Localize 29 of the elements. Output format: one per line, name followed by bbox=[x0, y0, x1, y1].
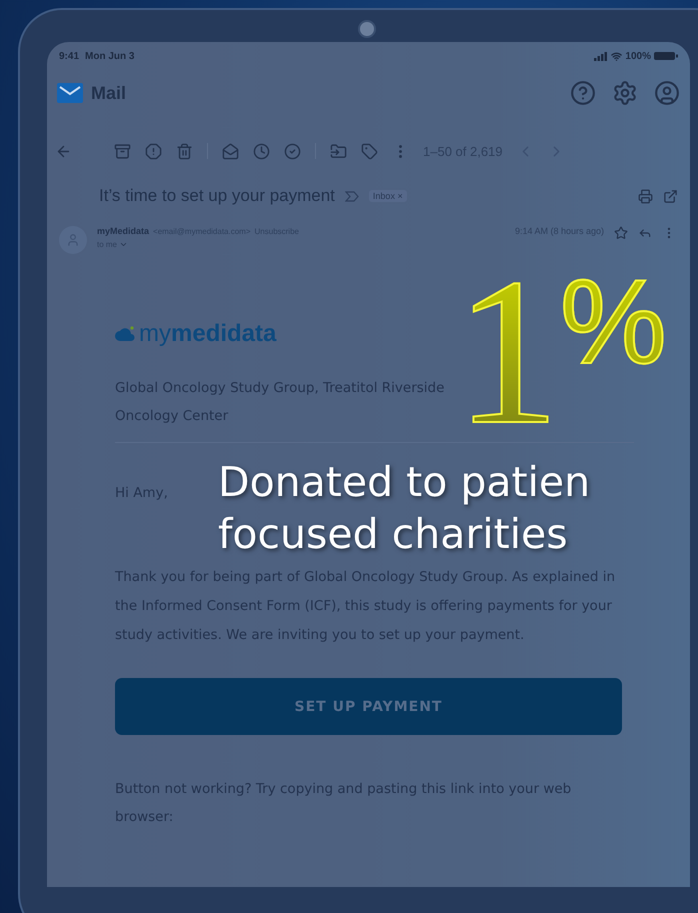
set-up-payment-button[interactable]: SET UP PAYMENT bbox=[115, 678, 622, 735]
help-icon[interactable] bbox=[570, 80, 596, 106]
logo-text: mymedidata bbox=[139, 320, 276, 348]
cloud-logo-icon bbox=[115, 326, 135, 342]
label-icon[interactable] bbox=[361, 142, 378, 160]
signal-icon bbox=[594, 52, 608, 60]
caret-icon[interactable] bbox=[119, 240, 128, 249]
open-in-new-window-icon[interactable] bbox=[663, 188, 678, 204]
battery-icon bbox=[654, 51, 678, 61]
camera-icon bbox=[358, 20, 376, 38]
print-icon[interactable] bbox=[638, 188, 653, 204]
avatar-icon bbox=[59, 226, 87, 254]
mail-icon bbox=[57, 83, 83, 103]
add-task-icon[interactable] bbox=[284, 142, 301, 160]
mark-unread-icon[interactable] bbox=[222, 142, 239, 160]
status-date: Mon Jun 3 bbox=[85, 50, 134, 62]
move-to-icon[interactable] bbox=[330, 142, 347, 160]
report-spam-icon[interactable] bbox=[145, 142, 162, 160]
settings-icon[interactable] bbox=[612, 80, 638, 106]
donation-caption: Donated to patien focused charities bbox=[218, 457, 590, 560]
battery-percent: 100% bbox=[625, 50, 651, 62]
star-icon[interactable] bbox=[614, 226, 628, 240]
wifi-icon bbox=[611, 50, 622, 62]
snooze-icon[interactable] bbox=[253, 142, 270, 160]
archive-icon[interactable] bbox=[114, 142, 131, 160]
delete-icon[interactable] bbox=[176, 142, 193, 160]
importance-marker-icon bbox=[344, 190, 359, 202]
status-time: 9:41 bbox=[59, 50, 80, 62]
account-icon[interactable] bbox=[654, 80, 680, 106]
